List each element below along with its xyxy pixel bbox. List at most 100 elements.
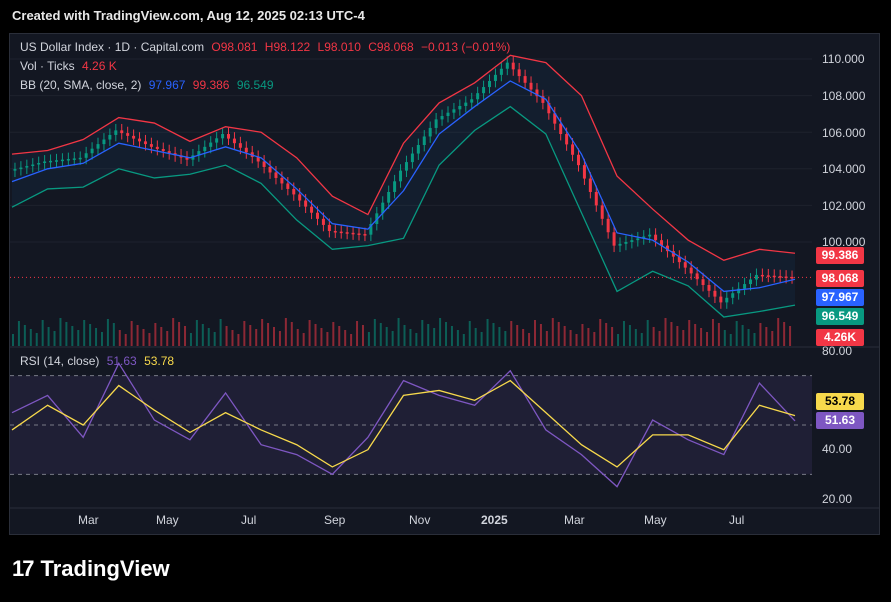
volume-label[interactable]: Vol · Ticks (20, 59, 75, 73)
time-tick: Mar (78, 513, 99, 527)
volume-bar (23, 325, 26, 346)
volume-bar (646, 320, 649, 346)
ohlc-change: −0.013 (−0.01%) (420, 40, 511, 54)
candle-body (499, 68, 503, 75)
candle-body (286, 183, 290, 189)
candle-body (452, 109, 456, 113)
volume-bar (723, 330, 726, 346)
volume-bar (83, 320, 86, 346)
volume-bar (717, 323, 720, 346)
volume-bar (148, 333, 151, 346)
volume-bar (255, 329, 258, 346)
candle-body (84, 153, 88, 158)
volume-bar (326, 332, 329, 346)
candle-body (713, 290, 717, 297)
ohlc-low: L98.010 (317, 40, 361, 54)
volume-bar (403, 325, 406, 346)
candle-body (66, 159, 70, 161)
volume-bar (71, 326, 74, 346)
symbol-label[interactable]: US Dollar Index · 1D · Capital.com (20, 40, 204, 54)
candle-body (743, 284, 747, 289)
candle-body (321, 218, 325, 225)
candle-body (149, 144, 153, 147)
candle-body (576, 154, 580, 166)
volume-bar (545, 331, 548, 346)
candle-body (227, 134, 231, 139)
volume-bar (694, 324, 697, 346)
candle-body (760, 274, 764, 277)
candle-body (648, 234, 652, 237)
tradingview-logo-text: TradingView (40, 556, 170, 581)
volume-bar (17, 321, 20, 346)
bb-upper-value: 99.386 (192, 78, 230, 92)
volume-bar (421, 320, 424, 346)
tradingview-logo[interactable]: 17 TradingView (12, 556, 170, 582)
candle-body (143, 141, 147, 145)
volume-bar (569, 330, 572, 346)
volume-bar (474, 328, 477, 346)
legend-row-bb: BB (20, SMA, close, 2) 97.967 99.386 96.… (20, 78, 278, 92)
volume-bar (688, 320, 691, 346)
candle-body (695, 273, 699, 280)
candle-body (766, 275, 770, 277)
candle-body (280, 177, 284, 184)
volume-bar (344, 330, 347, 346)
volume-bar (486, 319, 489, 346)
rsi-label[interactable]: RSI (14, close) (20, 354, 99, 368)
volume-bar (308, 320, 311, 346)
volume-bar (77, 330, 80, 346)
volume-bar (225, 326, 228, 346)
bb-band-fill (12, 55, 795, 318)
candle-body (725, 297, 729, 303)
candle-body (161, 148, 165, 152)
volume-bar (498, 327, 501, 346)
volume-bar (142, 329, 145, 346)
candle-body (434, 119, 438, 128)
volume-bar (456, 330, 459, 346)
candle-body (155, 146, 159, 149)
volume-bar (397, 318, 400, 346)
candle-body (707, 285, 711, 291)
volume-bar (575, 334, 578, 346)
candle-body (54, 160, 58, 162)
volume-bar (356, 321, 359, 346)
candle-body (470, 99, 474, 103)
candle-body (25, 166, 29, 168)
volume-bar (658, 331, 661, 346)
volume-bar (314, 324, 317, 346)
volume-bar (676, 326, 679, 346)
volume-bar (439, 318, 442, 346)
volume-bar (640, 333, 643, 346)
bb-label[interactable]: BB (20, SMA, close, 2) (20, 78, 141, 92)
volume-bar (551, 318, 554, 346)
candle-body (446, 112, 450, 117)
candle-body (618, 243, 622, 246)
candle-body (654, 234, 658, 241)
candle-body (464, 102, 468, 106)
candle-body (612, 232, 616, 246)
candle-body (357, 233, 361, 235)
candle-body (594, 191, 598, 206)
volume-bar (427, 324, 430, 346)
bb-lower-tag: 96.549 (816, 308, 864, 325)
ohlc-high: H98.122 (264, 40, 311, 54)
volume-bar (273, 327, 275, 346)
candle-body (571, 144, 575, 155)
ohlc-close: C98.068 (368, 40, 414, 54)
volume-bar (124, 334, 127, 346)
volume-bar (296, 329, 299, 346)
candle-body (292, 188, 296, 195)
volume-bar (504, 331, 507, 346)
candle-body (310, 206, 314, 213)
candle-body (523, 76, 527, 83)
volume-bar (184, 326, 187, 346)
candle-body (37, 163, 41, 165)
volume-bar (35, 333, 38, 346)
candle-body (731, 293, 735, 298)
volume-bar (605, 323, 608, 346)
volume-bar (267, 323, 270, 346)
volume-bar (118, 330, 121, 346)
candle-body (238, 143, 242, 148)
rsi-ma-tag: 53.78 (816, 393, 864, 410)
volume-bar (534, 320, 536, 346)
